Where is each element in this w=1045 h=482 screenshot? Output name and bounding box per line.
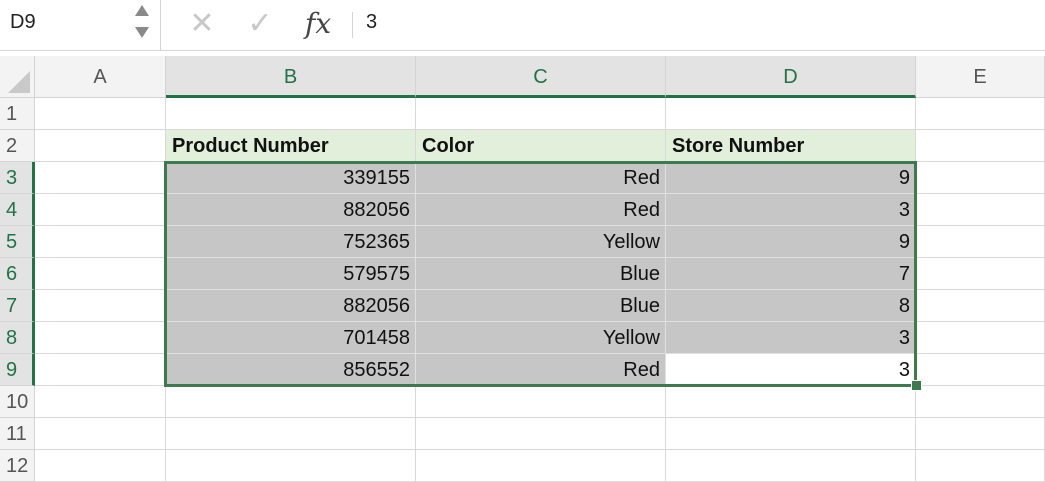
column-header-c[interactable]: C (416, 56, 666, 98)
row-header-8[interactable]: 8 (0, 322, 35, 354)
cell-e12[interactable] (916, 450, 1045, 482)
cell-e4[interactable] (916, 194, 1045, 226)
table-cell-store[interactable]: 9 (666, 226, 916, 258)
cell-c1[interactable] (416, 98, 666, 130)
table-cell-product[interactable]: 339155 (166, 162, 416, 194)
active-cell-d9[interactable]: 3 (666, 354, 916, 386)
row-header-1[interactable]: 1 (0, 98, 35, 130)
row-header-2[interactable]: 2 (0, 130, 35, 162)
cell-c11[interactable] (416, 418, 666, 450)
cell-e5[interactable] (916, 226, 1045, 258)
cell-e6[interactable] (916, 258, 1045, 290)
row-header-7[interactable]: 7 (0, 290, 35, 322)
enter-check-icon[interactable]: ✓ (244, 6, 276, 42)
row-header-10[interactable]: 10 (0, 386, 35, 418)
table-cell-store[interactable]: 7 (666, 258, 916, 290)
cell-b11[interactable] (166, 418, 416, 450)
cell-a2[interactable] (35, 130, 166, 162)
cell-e11[interactable] (916, 418, 1045, 450)
cell-e1[interactable] (916, 98, 1045, 130)
cell-a10[interactable] (35, 386, 166, 418)
cell-c10[interactable] (416, 386, 666, 418)
row-header-6[interactable]: 6 (0, 258, 35, 290)
cell-e7[interactable] (916, 290, 1045, 322)
table-cell-color[interactable]: Yellow (416, 226, 666, 258)
table-cell-store[interactable]: 3 (666, 194, 916, 226)
table-cell-product[interactable]: 856552 (166, 354, 416, 386)
cell-b10[interactable] (166, 386, 416, 418)
table-cell-product[interactable]: 882056 (166, 194, 416, 226)
cell-a4[interactable] (35, 194, 166, 226)
row-header-4[interactable]: 4 (0, 194, 35, 226)
cell-e3[interactable] (916, 162, 1045, 194)
formula-input[interactable]: 3 (366, 11, 377, 34)
name-box[interactable]: D9 (0, 0, 158, 49)
cell-c12[interactable] (416, 450, 666, 482)
cell-a7[interactable] (35, 290, 166, 322)
table-cell-color[interactable]: Yellow (416, 322, 666, 354)
table-cell-product[interactable]: 752365 (166, 226, 416, 258)
cell-a12[interactable] (35, 450, 166, 482)
cell-d11[interactable] (666, 418, 916, 450)
cell-b12[interactable] (166, 450, 416, 482)
cell-e10[interactable] (916, 386, 1045, 418)
insert-function-icon[interactable]: fx (305, 6, 331, 42)
table-cell-store[interactable]: 8 (666, 290, 916, 322)
table-cell-color[interactable]: Blue (416, 290, 666, 322)
table-cell-color[interactable]: Red (416, 162, 666, 194)
table-cell-color[interactable]: Red (416, 354, 666, 386)
table-cell-product[interactable]: 701458 (166, 322, 416, 354)
table-cell-color[interactable]: Red (416, 194, 666, 226)
table-cell-product[interactable]: 579575 (166, 258, 416, 290)
cell-d12[interactable] (666, 450, 916, 482)
column-header-a[interactable]: A (35, 56, 166, 98)
cell-a1[interactable] (35, 98, 166, 130)
row-header-5[interactable]: 5 (0, 226, 35, 258)
cell-e2[interactable] (916, 130, 1045, 162)
name-box-dropdown-icon[interactable] (135, 5, 151, 43)
cell-b1[interactable] (166, 98, 416, 130)
column-header-b[interactable]: B (166, 56, 416, 98)
select-all-corner[interactable] (0, 56, 35, 98)
row-header-12[interactable]: 12 (0, 450, 35, 482)
row-header-9[interactable]: 9 (0, 354, 35, 386)
header-cell-store-number[interactable]: Store Number (666, 130, 916, 162)
name-box-value[interactable]: D9 (10, 11, 36, 34)
cell-d10[interactable] (666, 386, 916, 418)
row-header-3[interactable]: 3 (0, 162, 35, 194)
table-cell-color[interactable]: Blue (416, 258, 666, 290)
cell-a6[interactable] (35, 258, 166, 290)
cell-a3[interactable] (35, 162, 166, 194)
cell-e9[interactable] (916, 354, 1045, 386)
cancel-icon[interactable]: ✕ (186, 6, 218, 42)
table-cell-product[interactable]: 882056 (166, 290, 416, 322)
cell-a5[interactable] (35, 226, 166, 258)
cell-a11[interactable] (35, 418, 166, 450)
table-cell-store[interactable]: 3 (666, 322, 916, 354)
cell-e8[interactable] (916, 322, 1045, 354)
header-cell-color[interactable]: Color (416, 130, 666, 162)
column-header-e[interactable]: E (916, 56, 1045, 98)
table-cell-store[interactable]: 9 (666, 162, 916, 194)
formula-bar-divider (160, 0, 161, 50)
formula-input-divider (352, 12, 353, 38)
cell-a8[interactable] (35, 322, 166, 354)
cell-d1[interactable] (666, 98, 916, 130)
fill-handle[interactable] (911, 380, 922, 391)
cell-a9[interactable] (35, 354, 166, 386)
row-header-11[interactable]: 11 (0, 418, 35, 450)
header-cell-product-number[interactable]: Product Number (166, 130, 416, 162)
formula-bar: D9 ✕ ✓ fx 3 (0, 0, 1045, 51)
column-header-d[interactable]: D (666, 56, 916, 98)
